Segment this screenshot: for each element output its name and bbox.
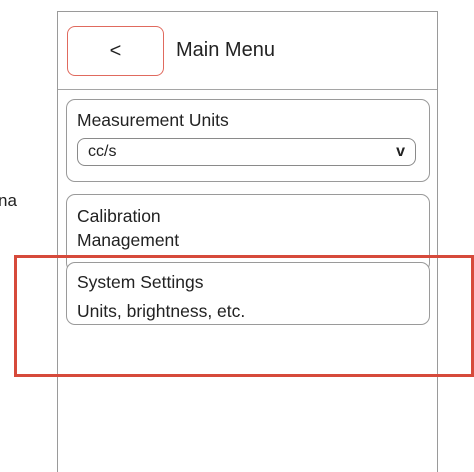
phone-screen: < Main Menu Measurement Units cc/s v Cal… bbox=[57, 11, 438, 472]
page-title: Main Menu bbox=[176, 39, 275, 61]
back-button[interactable]: < bbox=[67, 26, 164, 76]
measurement-units-select[interactable]: cc/s v bbox=[77, 138, 416, 166]
calibration-management-button[interactable]: Calibration Management bbox=[66, 194, 430, 272]
measurement-units-value: cc/s bbox=[88, 143, 117, 160]
chevron-down-icon: v bbox=[396, 143, 405, 160]
calibration-label-line2: Management bbox=[77, 230, 180, 250]
measurement-units-label: Measurement Units bbox=[77, 110, 229, 130]
header-bar: < Main Menu bbox=[58, 12, 437, 90]
system-settings-title: System Settings bbox=[77, 272, 204, 292]
edge-text-fragment: na bbox=[0, 191, 17, 210]
system-settings-button[interactable]: System Settings Units, brightness, etc. bbox=[66, 262, 430, 325]
system-settings-subtitle: Units, brightness, etc. bbox=[77, 301, 246, 321]
measurement-units-card: Measurement Units cc/s v bbox=[66, 99, 430, 182]
screenshot-stage: na < Main Menu Measurement Units cc/s v … bbox=[0, 0, 474, 472]
calibration-label-line1: Calibration bbox=[77, 206, 161, 226]
